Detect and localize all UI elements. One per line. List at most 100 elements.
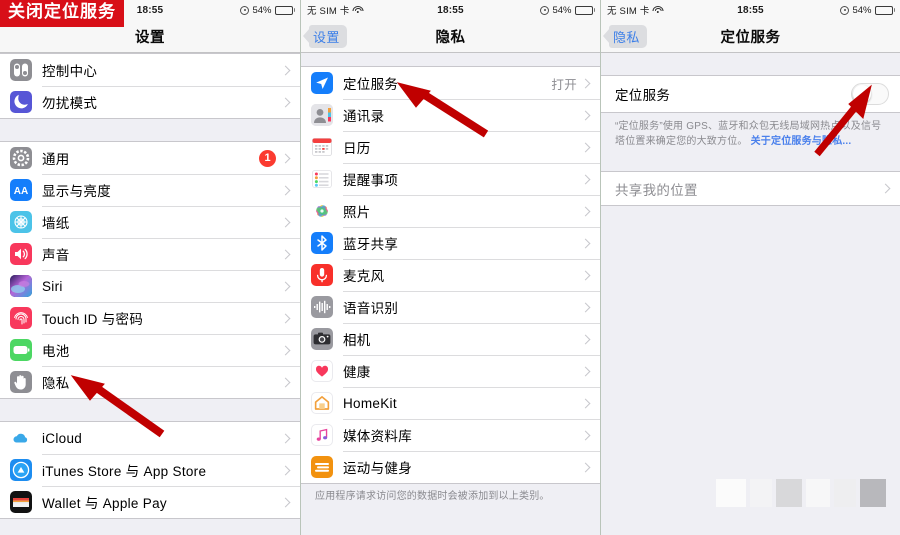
settings-list[interactable]: 控制中心 勿扰模式 通用 1 AA 显示与亮度 墙纸 声音 Siri Touch… [0, 53, 300, 535]
list-item-homekit[interactable]: HomeKit [301, 387, 600, 419]
sidebar-item-itunes-app-store[interactable]: iTunes Store 与 App Store [0, 454, 300, 486]
list-item-value: 打开 [551, 77, 577, 92]
list-gap [301, 53, 600, 66]
settings-group-2: 通用 1 AA 显示与亮度 墙纸 声音 Siri Touch ID 与密码 电池… [0, 141, 300, 399]
list-item-bluetooth-sharing[interactable]: 蓝牙共享 [301, 227, 600, 259]
sidebar-item-label: 勿扰模式 [42, 96, 98, 111]
chevron-right-icon [280, 97, 291, 107]
toggle-knob [853, 85, 871, 103]
chevron-right-icon [280, 281, 291, 291]
about-location-privacy-link[interactable]: 关于定位服务与隐私... [751, 136, 852, 147]
battery-percent-2: 54% [552, 4, 572, 16]
location-services-content[interactable]: 定位服务 “定位服务”使用 GPS、蓝牙和众包无线局域网热点以及信号塔位置来确定… [601, 53, 900, 535]
sidebar-item-wallpaper[interactable]: 墙纸 [0, 206, 300, 238]
general-gear-icon [10, 147, 32, 169]
chevron-right-icon [580, 398, 591, 408]
share-location-group: 共享我的位置 [601, 171, 900, 206]
sidebar-item-label: Touch ID 与密码 [42, 312, 144, 327]
chevron-right-icon [280, 433, 291, 443]
list-item-media-library[interactable]: 媒体资料库 [301, 419, 600, 451]
list-item-location-services[interactable]: 定位服务 打开 [301, 67, 600, 99]
sidebar-item-privacy[interactable]: 隐私 [0, 366, 300, 398]
sidebar-item-touch-id[interactable]: Touch ID 与密码 [0, 302, 300, 334]
camera-icon [311, 328, 333, 350]
row-share-my-location[interactable]: 共享我的位置 [601, 172, 900, 205]
sidebar-item-icloud[interactable]: iCloud [0, 422, 300, 454]
panel-settings: 无 SIM 卡 18:55 54% 关闭定位服务 设置 [0, 0, 300, 535]
chevron-right-icon [580, 366, 591, 376]
sidebar-item-siri[interactable]: Siri [0, 270, 300, 302]
page-title-location-services: 定位服务 [720, 29, 781, 46]
list-item-label: 定位服务 [343, 77, 399, 92]
sidebar-item-label: 控制中心 [42, 64, 98, 79]
sounds-speaker-icon [10, 243, 32, 265]
sidebar-item-battery[interactable]: 电池 [0, 334, 300, 366]
sidebar-item-sounds[interactable]: 声音 [0, 238, 300, 270]
chevron-right-icon [580, 142, 591, 152]
sidebar-item-label: 墙纸 [42, 216, 70, 231]
chevron-right-icon [580, 78, 591, 88]
battery-icon [874, 5, 895, 15]
nav-bar-3: 隐私 定位服务 [601, 20, 900, 53]
list-item-label: 语音识别 [343, 301, 399, 316]
location-services-icon [311, 72, 333, 94]
chevron-right-icon [280, 313, 291, 323]
sidebar-item-general[interactable]: 通用 1 [0, 142, 300, 174]
list-item-microphone[interactable]: 麦克风 [301, 259, 600, 291]
settings-group-3: iCloud iTunes Store 与 App Store Wallet 与… [0, 421, 300, 519]
sidebar-item-display-brightness[interactable]: AA 显示与亮度 [0, 174, 300, 206]
privacy-group: 定位服务 打开 通讯录 日历 提醒事项 照片 蓝牙共享 麦克风 语音识别 相机 … [301, 66, 600, 484]
list-item-label: 相机 [343, 333, 371, 348]
list-gap [0, 119, 300, 141]
list-item-label: HomeKit [343, 395, 397, 411]
privacy-footnote: 应用程序请求访问您的数据时会被添加到以上类别。 [315, 491, 550, 502]
list-item-calendar[interactable]: 日历 [301, 131, 600, 163]
location-services-toggle[interactable] [851, 83, 889, 105]
chevron-right-icon [280, 377, 291, 387]
privacy-list[interactable]: 定位服务 打开 通讯录 日历 提醒事项 照片 蓝牙共享 麦克风 语音识别 相机 … [301, 53, 600, 535]
chevron-right-icon [580, 206, 591, 216]
svg-text:AA: AA [14, 186, 28, 197]
chevron-right-icon [580, 430, 591, 440]
list-item-motion-fitness[interactable]: 运动与健身 [301, 451, 600, 483]
panel-location-services: 无 SIM 卡 18:55 54% 隐私 定位服务 定位服务 “定位服务”使用 … [600, 0, 900, 535]
chevron-right-icon [280, 345, 291, 355]
media-library-icon [311, 424, 333, 446]
sidebar-item-label: iTunes Store 与 App Store [42, 464, 207, 479]
row-location-services-toggle[interactable]: 定位服务 [601, 76, 900, 112]
status-bar-right-3: 54% [840, 5, 895, 16]
calendar-icon [311, 136, 333, 158]
list-item-contacts[interactable]: 通讯录 [301, 99, 600, 131]
chevron-right-icon [280, 217, 291, 227]
sidebar-item-do-not-disturb[interactable]: 勿扰模式 [0, 86, 300, 118]
bluetooth-icon [311, 232, 333, 254]
page-title-privacy: 隐私 [435, 29, 466, 46]
list-item-speech-recognition[interactable]: 语音识别 [301, 291, 600, 323]
chevron-right-icon [580, 462, 591, 472]
sidebar-item-wallet-apple-pay[interactable]: Wallet 与 Apple Pay [0, 486, 300, 518]
photos-icon [311, 200, 333, 222]
sidebar-item-label: 声音 [42, 248, 70, 263]
health-heart-icon [311, 360, 333, 382]
sidebar-item-label: Wallet 与 Apple Pay [42, 496, 167, 511]
sidebar-item-label: 通用 [42, 152, 70, 167]
list-item-camera[interactable]: 相机 [301, 323, 600, 355]
chevron-right-icon [280, 497, 291, 507]
chevron-right-icon [880, 183, 891, 194]
list-item-label: 健康 [343, 365, 371, 380]
list-item-photos[interactable]: 照片 [301, 195, 600, 227]
list-item-health[interactable]: 健康 [301, 355, 600, 387]
list-item-label: 日历 [343, 141, 371, 156]
toggle-row-label: 定位服务 [615, 88, 671, 103]
privacy-hand-icon [10, 371, 32, 393]
nav-bar-2: 设置 隐私 [301, 20, 600, 53]
status-bar-right-2: 54% [540, 5, 595, 16]
red-banner-turn-off-location: 关闭定位服务 [0, 0, 124, 27]
list-item-label: 麦克风 [343, 269, 385, 284]
homekit-icon [311, 392, 333, 414]
sidebar-item-control-center[interactable]: 控制中心 [0, 54, 300, 86]
icloud-icon [10, 427, 32, 449]
share-location-label: 共享我的位置 [615, 182, 698, 198]
list-item-reminders[interactable]: 提醒事项 [301, 163, 600, 195]
battery-percent-3: 54% [852, 4, 872, 16]
